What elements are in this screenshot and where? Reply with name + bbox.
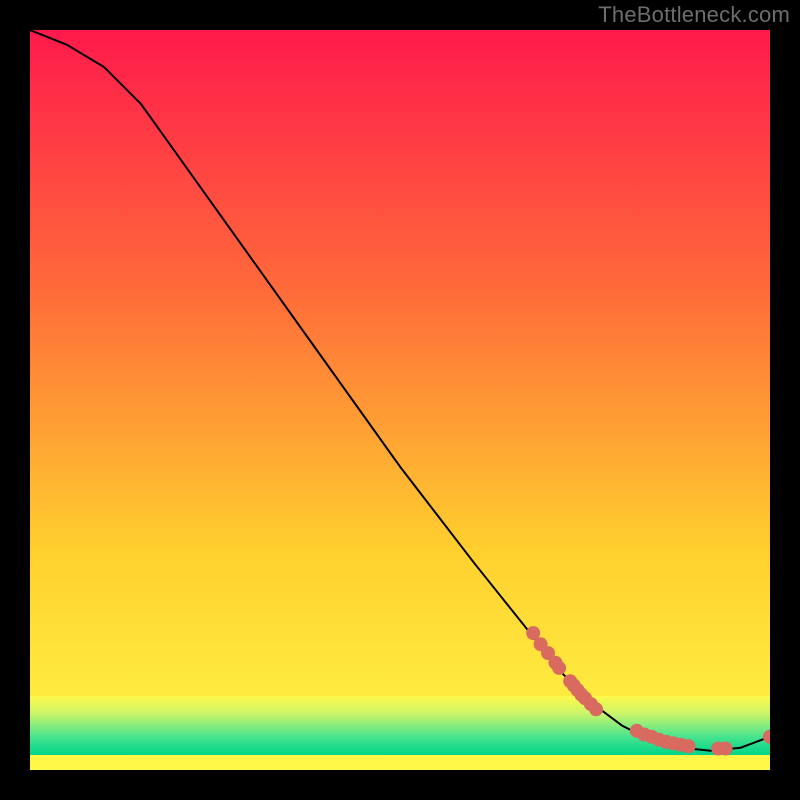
data-point (553, 661, 566, 674)
chart-svg (30, 30, 770, 770)
plot-area (30, 30, 770, 770)
data-point (719, 742, 732, 755)
curve-line (30, 30, 770, 751)
data-point (682, 740, 695, 753)
data-points (527, 627, 770, 755)
data-point (764, 730, 771, 743)
watermark-text: TheBottleneck.com (598, 2, 790, 28)
data-point (590, 703, 603, 716)
data-point (527, 627, 540, 640)
chart-frame: TheBottleneck.com (0, 0, 800, 800)
